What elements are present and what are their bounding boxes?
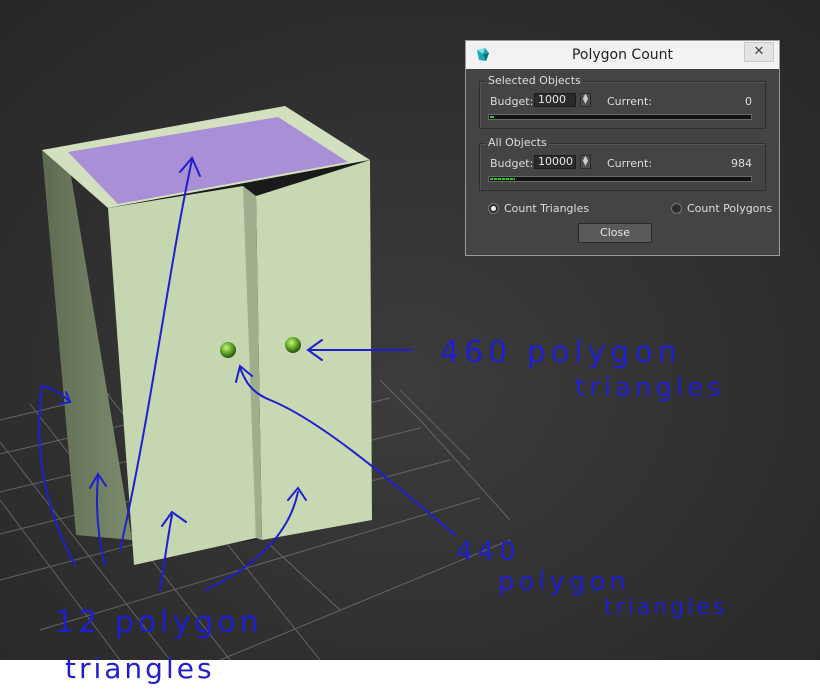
count-triangles-label: Count Triangles (504, 202, 590, 215)
all-budget-label: Budget: (490, 157, 534, 170)
selected-budget-label: Budget: (490, 95, 534, 108)
all-progress-bar (488, 176, 752, 182)
count-polygons-radio[interactable] (671, 203, 682, 214)
note-body-line1: 12 polygon (55, 605, 263, 640)
count-polygons-label: Count Polygons (687, 202, 773, 215)
cabinet-model[interactable] (42, 106, 372, 565)
selected-current-label: Current: (607, 95, 653, 108)
all-objects-title: All Objects (486, 136, 549, 149)
note-doors-line3: triangles (604, 595, 727, 620)
note-doors-line2: polygon (498, 567, 630, 597)
selected-progress-fill (490, 116, 494, 118)
selected-budget-spinner[interactable]: ▲ ▼ (580, 93, 591, 107)
all-progress-fill (490, 178, 515, 180)
radio-selected-dot (491, 206, 496, 211)
note-knobs-line2: triangles (575, 373, 725, 403)
close-button[interactable]: Close (578, 223, 652, 243)
selected-budget-input[interactable]: 1000 (534, 93, 576, 107)
all-budget-spinner[interactable]: ▲ ▼ (580, 155, 591, 169)
all-objects-group: All Objects Budget: 10000 ▲ ▼ Current: 98… (479, 136, 766, 191)
dialog-titlebar[interactable]: Polygon Count ✕ (466, 41, 779, 69)
selected-objects-title: Selected Objects (486, 74, 583, 87)
count-triangles-radio[interactable] (488, 203, 499, 214)
cabinet-left-door (108, 186, 256, 565)
note-body-line2: triangles (65, 652, 215, 685)
selected-progress-bar (488, 114, 752, 120)
note-knobs-line1: 460 polygon (440, 335, 682, 370)
selected-current-value: 0 (745, 95, 752, 108)
left-knob (220, 342, 236, 358)
right-knob (285, 337, 301, 353)
close-icon[interactable]: ✕ (744, 42, 774, 62)
all-budget-input[interactable]: 10000 (534, 155, 576, 169)
polygon-count-dialog: Polygon Count ✕ Selected Objects Budget:… (465, 40, 780, 256)
dialog-title: Polygon Count (571, 47, 674, 63)
selected-objects-group: Selected Objects Budget: 1000 ▲ ▼ Current… (479, 74, 766, 129)
note-doors-line1: 440 (456, 537, 521, 567)
all-current-label: Current: (607, 157, 653, 170)
all-current-value: 984 (731, 157, 752, 170)
